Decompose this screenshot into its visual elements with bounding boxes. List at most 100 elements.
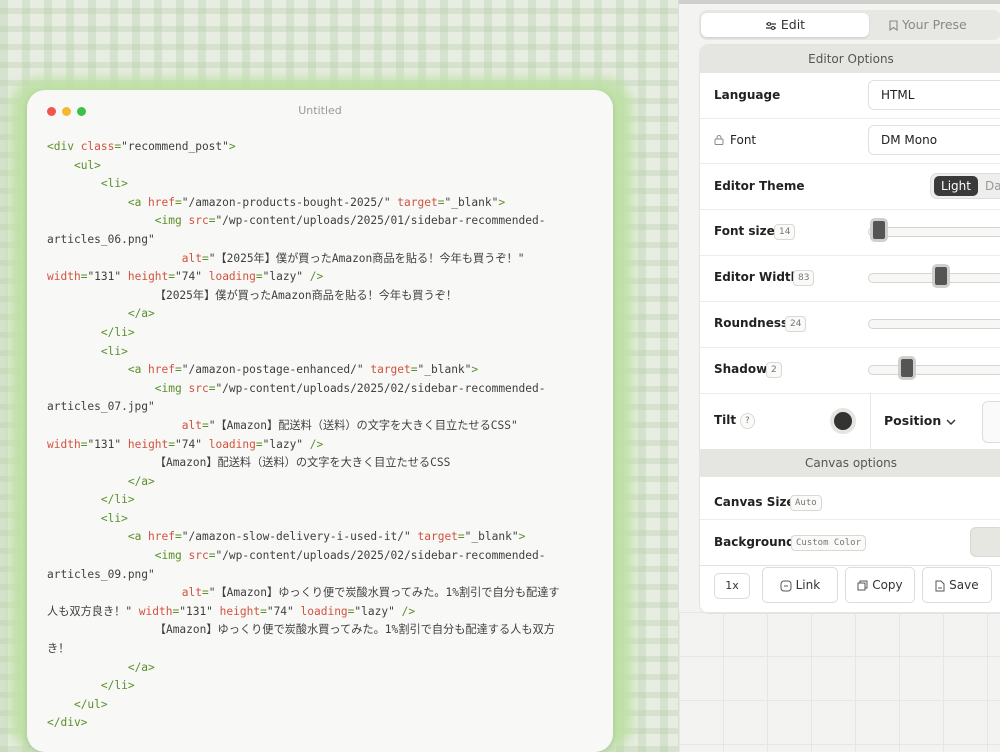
code-token: src (188, 549, 209, 563)
position-grid-picker[interactable] (982, 401, 1000, 443)
panel-tabs: Edit Your Prese (699, 10, 1000, 40)
code-token: "【Amazon】配送料（送料）の文字を大きく目立たせるCSS" (208, 418, 518, 432)
code-token: "131" (87, 270, 128, 284)
code-window: Untitled <div class="recommend_post"> <u… (27, 90, 613, 752)
editor-theme-row: Editor Theme Light Da (700, 163, 1000, 210)
code-token: = (201, 251, 209, 265)
code-token: width (47, 270, 81, 284)
tilt-help-icon[interactable]: ? (740, 413, 755, 429)
code-token: </li> (100, 493, 135, 507)
code-token: </li> (100, 679, 135, 693)
code-token: = (410, 363, 418, 377)
code-token: articles_06.png" (47, 232, 155, 246)
code-token: <li> (100, 177, 128, 191)
language-select[interactable]: HTML (868, 80, 1000, 110)
code-token: = (260, 604, 267, 618)
code-line: alt="【2025年】僕が買ったAmazon商品を貼る！今年も買うぞ！" (47, 250, 607, 269)
code-token: = (201, 586, 209, 600)
code-line: articles_09.png" (47, 566, 607, 585)
shadow-slider-thumb[interactable] (898, 356, 916, 380)
font-size-slider-thumb[interactable] (870, 218, 888, 242)
background-color-swatch[interactable] (970, 527, 1000, 557)
save-icon (935, 580, 945, 591)
code-token: </div> (47, 716, 88, 730)
code-token: <li> (100, 511, 128, 525)
theme-light-option[interactable]: Light (934, 176, 978, 196)
code-token: height (219, 604, 261, 618)
editor-options-heading: Editor Options (700, 45, 1000, 73)
link-button[interactable]: Link (762, 567, 838, 603)
copy-button[interactable]: Copy (845, 567, 915, 603)
editor-width-badge: 83 (793, 270, 815, 286)
code-token: </a> (127, 660, 155, 674)
position-dropdown[interactable]: Position (884, 413, 956, 428)
shadow-label: Shadow (714, 362, 768, 376)
code-token: = (255, 270, 263, 284)
bookmark-icon (889, 20, 898, 31)
code-line: <li> (47, 343, 607, 362)
code-token: width (47, 437, 81, 451)
code-token: = (175, 530, 182, 544)
code-token: </a> (127, 307, 155, 321)
code-line: <li> (47, 510, 607, 529)
tab-edit[interactable]: Edit (701, 13, 869, 37)
code-token: /> (309, 270, 324, 284)
code-line: articles_06.png" (47, 231, 607, 250)
code-line: <a href="/amazon-postage-enhanced/" targ… (47, 361, 607, 380)
code-token: href (148, 195, 175, 209)
font-row: Font DM Mono (700, 118, 1000, 164)
link-button-label: Link (795, 578, 821, 592)
font-size-label: Font size (714, 224, 775, 238)
theme-dark-option[interactable]: Da (985, 176, 1000, 196)
code-line: 【Amazon】配送料（送料）の文字を大きく目立たせるCSS (47, 454, 607, 473)
tilt-knob[interactable] (830, 408, 856, 434)
editor-theme-toggle: Light Da (930, 173, 1000, 199)
window-title[interactable]: Untitled (27, 104, 613, 117)
code-token: = (175, 363, 182, 377)
code-token: target (397, 195, 438, 209)
editor-width-row: Editor Width 83 (700, 255, 1000, 302)
code-line: き！ (47, 640, 607, 659)
code-token: "【2025年】僕が買ったAmazon商品を貼る！今年も買うぞ！" (208, 251, 525, 265)
language-row: Language HTML (700, 73, 1000, 119)
save-button[interactable]: Save (922, 567, 992, 603)
code-token: <a (127, 530, 149, 544)
code-line: <img src="/wp-content/uploads/2025/02/si… (47, 547, 607, 566)
editor-width-slider-thumb[interactable] (932, 264, 950, 288)
code-token: "/wp-content/uploads/2025/01/sidebar-rec… (215, 214, 546, 228)
lock-icon (714, 135, 724, 145)
tab-your-presets[interactable]: Your Prese (889, 13, 967, 37)
code-line: <a href="/amazon-slow-delivery-i-used-it… (47, 528, 607, 547)
code-line: </a> (47, 659, 607, 678)
roundness-slider[interactable] (868, 319, 1000, 329)
shadow-slider[interactable] (868, 365, 1000, 375)
tilt-position-row: Tilt ? Position (700, 393, 1000, 450)
code-token: loading (300, 604, 348, 618)
code-line: alt="【Amazon】配送料（送料）の文字を大きく目立たせるCSS" (47, 417, 607, 436)
code-token: き！ (47, 642, 70, 656)
code-token: </li> (100, 325, 135, 339)
code-editor[interactable]: <div class="recommend_post"> <ul> <li> <… (47, 138, 607, 733)
tab-edit-label: Edit (780, 17, 806, 32)
code-token: target (417, 530, 458, 544)
code-line: <img src="/wp-content/uploads/2025/02/si… (47, 380, 607, 399)
font-size-row: Font size 14 (700, 209, 1000, 256)
code-token: "131" (179, 604, 220, 618)
language-label: Language (714, 88, 781, 102)
code-token: "lazy" (262, 437, 310, 451)
code-token: "/amazon-postage-enhanced/" (181, 363, 371, 377)
canvas-size-badge[interactable]: Auto (790, 495, 822, 511)
code-token: <a (127, 195, 149, 209)
zoom-button[interactable]: 1x (714, 573, 750, 599)
font-select[interactable]: DM Mono (868, 125, 1000, 155)
code-token: "lazy" (354, 604, 402, 618)
tilt-label: Tilt (714, 413, 737, 427)
